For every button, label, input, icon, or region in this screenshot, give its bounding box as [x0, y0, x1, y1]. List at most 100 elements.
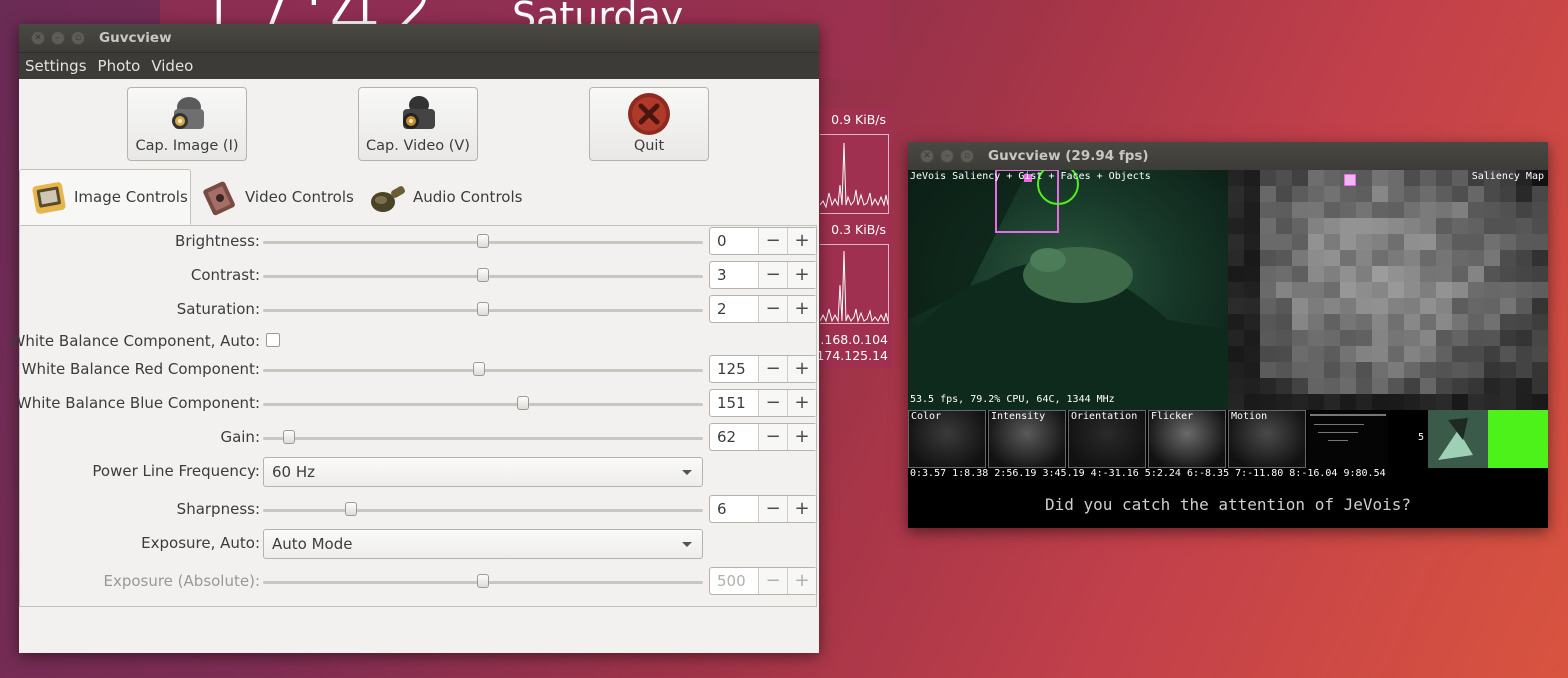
saliency-cell — [1244, 330, 1260, 346]
slider-handle[interactable] — [516, 396, 529, 410]
saliency-cell — [1420, 266, 1436, 282]
increment-button[interactable]: + — [787, 424, 816, 450]
saliency-cell — [1308, 282, 1324, 298]
slider-handle[interactable] — [345, 502, 357, 516]
spin-value[interactable]: 0 — [710, 228, 758, 254]
control-row: Saturation: 2− + — [20, 295, 818, 325]
spin-value[interactable]: 3 — [710, 262, 758, 288]
saliency-cell — [1340, 282, 1356, 298]
saliency-cell — [1228, 202, 1244, 218]
saliency-cell — [1356, 170, 1372, 186]
saliency-cell — [1292, 298, 1308, 314]
decrement-button[interactable]: − — [758, 262, 788, 288]
net-rate-down: 0.9 KiB/s — [831, 112, 886, 127]
decrement-button[interactable]: − — [758, 496, 788, 522]
decrement-button[interactable]: − — [758, 390, 788, 416]
control-slider[interactable] — [263, 502, 703, 516]
saliency-cell — [1388, 218, 1404, 234]
window-title: Guvcview — [99, 30, 172, 46]
control-slider[interactable] — [263, 396, 703, 410]
decrement-button[interactable]: − — [758, 424, 788, 450]
decrement-button[interactable]: − — [758, 296, 788, 322]
saliency-cell — [1404, 378, 1420, 394]
auto-checkbox[interactable] — [266, 333, 280, 347]
gist-number: 5 — [1418, 432, 1425, 443]
close-icon[interactable]: ✕ — [31, 31, 45, 45]
saliency-cell — [1292, 266, 1308, 282]
increment-button[interactable]: + — [787, 390, 816, 416]
saliency-cell — [1244, 314, 1260, 330]
saliency-cell — [1436, 394, 1452, 410]
video-minimize-icon[interactable]: – — [940, 149, 954, 163]
saliency-cell — [1532, 186, 1548, 202]
saliency-cell — [1308, 202, 1324, 218]
tab-audio-controls[interactable]: Audio Controls — [359, 169, 529, 225]
saliency-cell — [1484, 218, 1500, 234]
increment-button[interactable]: + — [787, 356, 816, 382]
control-row: Power Line Frequency: 60 Hz — [20, 457, 818, 487]
image-controls-panel: Brightness: 0− + Contrast: 3− + Saturation: 2− +… — [11, 225, 818, 607]
control-slider[interactable] — [263, 302, 703, 316]
saliency-cell — [1372, 394, 1388, 410]
saliency-cell — [1324, 362, 1340, 378]
saliency-cell — [1500, 186, 1516, 202]
saliency-cell — [1484, 186, 1500, 202]
saliency-cell — [1500, 330, 1516, 346]
menu-video[interactable]: Video — [150, 57, 194, 75]
saliency-cell — [1372, 186, 1388, 202]
spin-value[interactable]: 62 — [710, 424, 758, 450]
saliency-cell — [1308, 314, 1324, 330]
control-label: Brightness: — [175, 232, 260, 250]
saliency-cell — [1532, 346, 1548, 362]
control-dropdown[interactable]: Auto Mode — [263, 529, 703, 559]
slider-handle[interactable] — [283, 430, 296, 444]
attention-message: Did you catch the attention of JeVois? — [1044, 495, 1412, 514]
cap-video-button[interactable]: Cap. Video (V) — [358, 87, 478, 161]
slider-handle[interactable] — [472, 362, 485, 376]
tab-video-controls[interactable]: Video Controls — [191, 169, 359, 225]
slider-handle[interactable] — [477, 302, 489, 316]
spin-value[interactable]: 2 — [710, 296, 758, 322]
saliency-cell — [1308, 330, 1324, 346]
cap-image-button[interactable]: Cap. Image (I) — [127, 87, 247, 161]
thumb-flicker: Flicker — [1148, 410, 1226, 468]
decrement-button[interactable]: − — [758, 228, 788, 254]
saliency-cell — [1420, 394, 1436, 410]
control-label: White Balance Blue Component: — [16, 394, 260, 412]
saliency-cell — [1484, 202, 1500, 218]
control-slider[interactable] — [263, 234, 703, 248]
slider-handle[interactable] — [477, 234, 489, 248]
menu-photo[interactable]: Photo — [97, 57, 142, 75]
control-slider[interactable] — [263, 268, 703, 282]
spin-value[interactable]: 6 — [710, 496, 758, 522]
control-slider[interactable] — [263, 362, 703, 376]
saliency-cell — [1340, 378, 1356, 394]
video-maximize-icon[interactable]: ▫ — [960, 149, 974, 163]
decrement-button[interactable]: − — [758, 356, 788, 382]
video-close-icon[interactable]: ✕ — [920, 149, 934, 163]
saliency-cell — [1276, 314, 1292, 330]
increment-button[interactable]: + — [787, 228, 816, 254]
video-titlebar[interactable]: ✕ – ▫ Guvcview (29.94 fps) — [908, 142, 1548, 170]
quit-button[interactable]: Quit — [589, 87, 709, 161]
saliency-cell — [1388, 250, 1404, 266]
menu-settings[interactable]: Settings — [24, 57, 88, 75]
saliency-cell — [1452, 218, 1468, 234]
spin-value[interactable]: 125 — [710, 356, 758, 382]
slider-handle[interactable] — [477, 268, 489, 282]
increment-button[interactable]: + — [787, 296, 816, 322]
titlebar[interactable]: ✕ – ▫ Guvcview — [19, 24, 819, 52]
saliency-cell — [1468, 218, 1484, 234]
minimize-icon[interactable]: – — [51, 31, 65, 45]
saliency-cell — [1404, 170, 1420, 186]
spin-value[interactable]: 151 — [710, 390, 758, 416]
saliency-map: Saliency Map — [1228, 170, 1548, 410]
value-spinbox: 6− + — [709, 495, 817, 523]
increment-button[interactable]: + — [787, 496, 816, 522]
increment-button[interactable]: + — [787, 262, 816, 288]
maximize-icon[interactable]: ▫ — [71, 31, 85, 45]
control-slider[interactable] — [263, 430, 703, 444]
tab-image-controls[interactable]: Image Controls — [19, 169, 191, 225]
saliency-cell — [1260, 234, 1276, 250]
control-dropdown[interactable]: 60 Hz — [263, 457, 703, 487]
